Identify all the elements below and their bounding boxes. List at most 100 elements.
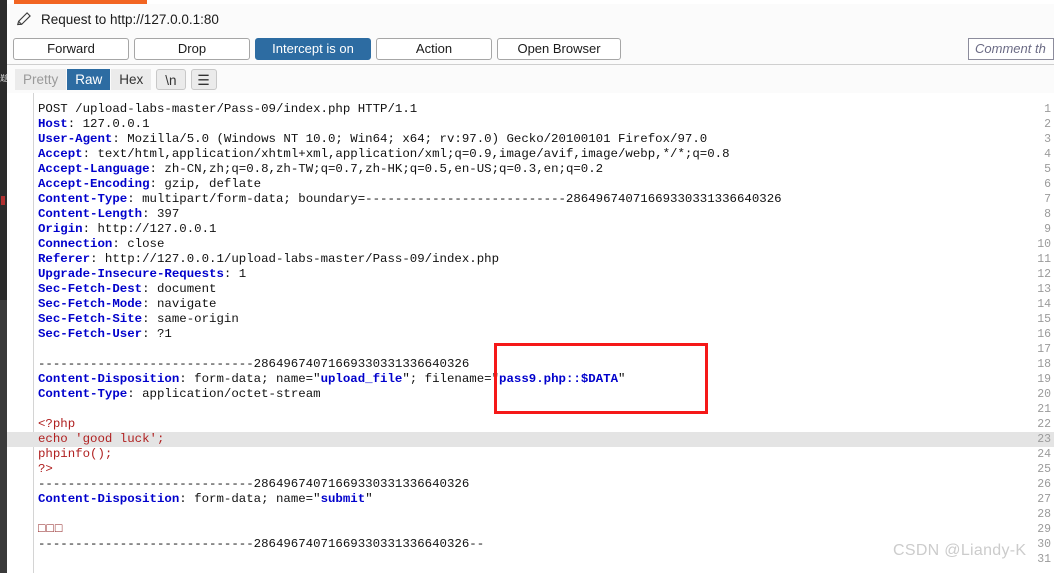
- code-span: Sec-Fetch-Dest: [38, 282, 143, 296]
- code-span: : close: [112, 237, 165, 251]
- code-line[interactable]: Accept: text/html,application/xhtml+xml,…: [38, 147, 730, 162]
- code-line[interactable]: -----------------------------28649674071…: [38, 537, 484, 552]
- code-span: POST /upload-labs-master/Pass-09/index.p…: [38, 102, 418, 116]
- code-span: Content-Disposition: [38, 372, 180, 386]
- code-span: -----------------------------28649674071…: [38, 477, 470, 491]
- watermark: CSDN @Liandy-K: [893, 542, 1027, 559]
- code-span: : application/octet-stream: [127, 387, 321, 401]
- tab-newline[interactable]: \n: [156, 68, 186, 90]
- code-line[interactable]: Sec-Fetch-Dest: document: [38, 282, 216, 297]
- code-line[interactable]: Accept-Encoding: gzip, deflate: [38, 177, 261, 192]
- code-span: Accept-Language: [38, 162, 150, 176]
- code-line[interactable]: Content-Type: multipart/form-data; bound…: [38, 192, 782, 207]
- code-line[interactable]: ?>: [38, 462, 53, 477]
- code-span: Sec-Fetch-Site: [38, 312, 143, 326]
- code-span: : document: [142, 282, 217, 296]
- raw-request-editor[interactable]: 1 2 3 4 5 6 7 8 9 10 11 12 13 14 15 16 17 18 19 20 21 22 23 24 2…: [7, 93, 1054, 573]
- code-span: : 1: [223, 267, 247, 281]
- code-line[interactable]: Sec-Fetch-User: ?1: [38, 327, 172, 342]
- code-line[interactable]: echo 'good luck';: [38, 432, 164, 447]
- open-browser-button[interactable]: Open Browser: [497, 38, 621, 60]
- code-span: Sec-Fetch-Mode: [38, 297, 143, 311]
- code-span: ": [618, 372, 626, 386]
- tab-pretty[interactable]: Pretty: [15, 68, 67, 90]
- code-span: -----------------------------28649674071…: [38, 537, 485, 551]
- code-span: upload_file: [320, 372, 403, 386]
- code-span: : text/html,application/xhtml+xml,applic…: [82, 147, 730, 161]
- code-line[interactable]: -----------------------------28649674071…: [38, 357, 469, 372]
- code-line[interactable]: -----------------------------28649674071…: [38, 477, 469, 492]
- left-panel-sliver-lower: [0, 300, 7, 573]
- code-span: : Mozilla/5.0 (Windows NT 10.0; Win64; x…: [112, 132, 708, 146]
- code-span: Content-Type: [38, 192, 128, 206]
- code-line[interactable]: Content-Disposition: form-data; name="su…: [38, 492, 373, 507]
- action-button[interactable]: Action: [376, 38, 492, 60]
- code-line[interactable]: Content-Type: application/octet-stream: [38, 387, 321, 402]
- code-line[interactable]: Content-Disposition: form-data; name="up…: [38, 372, 625, 387]
- code-line[interactable]: Sec-Fetch-Mode: navigate: [38, 297, 216, 312]
- code-line[interactable]: Host: 127.0.0.1: [38, 117, 150, 132]
- code-span: Accept-Encoding: [38, 177, 150, 191]
- intercept-toggle-button[interactable]: Intercept is on: [255, 38, 371, 60]
- code-span: Content-Length: [38, 207, 143, 221]
- code-span: phpinfo();: [38, 447, 113, 461]
- code-span: ?>: [38, 462, 53, 476]
- tab-hex[interactable]: Hex: [111, 68, 152, 90]
- code-span: Connection: [38, 237, 113, 251]
- code-span: : http://127.0.0.1/upload-labs-master/Pa…: [90, 252, 500, 266]
- code-span: Content-Disposition: [38, 492, 180, 506]
- code-span: : ?1: [142, 327, 172, 341]
- code-span: □□□: [38, 522, 64, 536]
- code-span: : navigate: [142, 297, 217, 311]
- code-line[interactable]: Upgrade-Insecure-Requests: 1: [38, 267, 246, 282]
- code-line[interactable]: POST /upload-labs-master/Pass-09/index.p…: [38, 102, 417, 117]
- code-span: : same-origin: [142, 312, 239, 326]
- code-span: : form-data; name=": [179, 372, 321, 386]
- pencil-icon: [16, 12, 31, 26]
- tab-raw[interactable]: Raw: [67, 68, 111, 90]
- forward-button[interactable]: Forward: [13, 38, 129, 60]
- drop-button[interactable]: Drop: [134, 38, 250, 60]
- code-span: Content-Type: [38, 387, 128, 401]
- burp-intercept-window: 题 Request to http://127.0.0.1:80 Forward…: [0, 0, 1054, 573]
- code-line[interactable]: □□□: [38, 522, 63, 537]
- code-line[interactable]: Accept-Language: zh-CN,zh;q=0.8,zh-TW;q=…: [38, 162, 603, 177]
- code-span: -----------------------------28649674071…: [38, 357, 470, 371]
- hamburger-menu-icon[interactable]: ☰: [190, 68, 217, 90]
- intercept-toolbar: Forward Drop Intercept is on Action Open…: [7, 34, 1054, 64]
- code-span: : 127.0.0.1: [67, 117, 150, 131]
- code-line[interactable]: User-Agent: Mozilla/5.0 (Windows NT 10.0…: [38, 132, 707, 147]
- code-span: User-Agent: [38, 132, 113, 146]
- code-span: Sec-Fetch-User: [38, 327, 143, 341]
- code-line[interactable]: <?php: [38, 417, 75, 432]
- code-span: : zh-CN,zh;q=0.8,zh-TW;q=0.7,zh-HK;q=0.5…: [149, 162, 604, 176]
- code-line[interactable]: Content-Length: 397: [38, 207, 179, 222]
- left-panel-sliver: 题: [0, 0, 7, 573]
- page-title: Request to http://127.0.0.1:80: [41, 11, 219, 27]
- code-span: echo 'good luck';: [38, 432, 165, 446]
- code-line[interactable]: Origin: http://127.0.0.1: [38, 222, 216, 237]
- request-body-text[interactable]: POST /upload-labs-master/Pass-09/index.p…: [35, 93, 1054, 573]
- line-number-gutter: [7, 93, 34, 573]
- code-span: Origin: [38, 222, 83, 236]
- code-line[interactable]: Sec-Fetch-Site: same-origin: [38, 312, 239, 327]
- message-format-tabs: Pretty Raw Hex \n ☰: [7, 65, 1054, 93]
- left-panel-glyph: 题: [0, 74, 7, 83]
- code-span: Host: [38, 117, 68, 131]
- code-span: ": [365, 492, 373, 506]
- code-span: <?php: [38, 417, 76, 431]
- code-span: pass9.php::$DATA: [499, 372, 619, 386]
- code-line[interactable]: phpinfo();: [38, 447, 112, 462]
- code-line[interactable]: Connection: close: [38, 237, 164, 252]
- code-span: Referer: [38, 252, 91, 266]
- request-header-bar: Request to http://127.0.0.1:80: [7, 4, 1054, 34]
- code-span: Accept: [38, 147, 83, 161]
- left-panel-marker: [1, 196, 5, 205]
- code-span: "; filename=": [402, 372, 500, 386]
- code-line[interactable]: Referer: http://127.0.0.1/upload-labs-ma…: [38, 252, 499, 267]
- code-span: : 397: [142, 207, 180, 221]
- comment-input[interactable]: Comment th: [968, 38, 1054, 60]
- code-span: : form-data; name=": [179, 492, 321, 506]
- code-span: : multipart/form-data; boundary=--------…: [127, 192, 782, 206]
- code-span: submit: [320, 492, 366, 506]
